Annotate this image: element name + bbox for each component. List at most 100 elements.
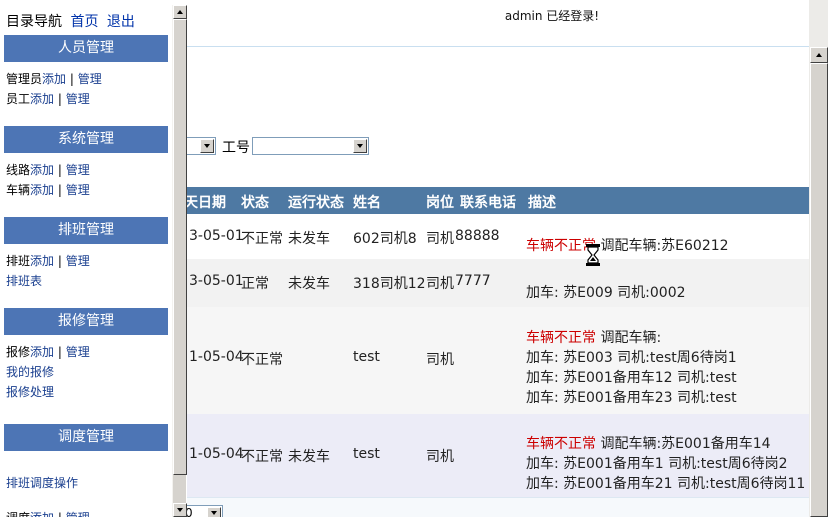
cell-phone: 7777	[455, 273, 491, 289]
cell-name: 318司机12	[353, 276, 426, 292]
dispatch-add-link[interactable]: 添加	[30, 511, 54, 517]
admin-manage-link[interactable]: 管理	[78, 72, 102, 86]
left-frame-scrollbar[interactable]	[172, 5, 187, 517]
scroll-up-icon[interactable]	[810, 47, 828, 63]
col-name: 姓名	[353, 195, 381, 211]
cell-name: test	[353, 446, 380, 462]
route-add-link[interactable]: 添加	[30, 163, 54, 177]
repair-manage-link[interactable]: 管理	[66, 345, 90, 359]
nav-prefix: 线路	[6, 163, 31, 177]
desc-line: 加车: 苏E001备用车1 司机:test周6待岗2	[526, 454, 805, 474]
scrollbar-thumb[interactable]	[810, 63, 828, 517]
scroll-down-icon[interactable]	[173, 503, 187, 517]
admin-add-link[interactable]: 添加	[42, 72, 66, 86]
cell-status: 不正常	[241, 231, 283, 247]
nav-line-my-repair: 我的报修	[6, 363, 54, 380]
nav-prefix: 管理员	[6, 72, 43, 86]
section-header-repair[interactable]: 报修管理	[4, 308, 168, 335]
dropdown-arrow-icon[interactable]	[207, 507, 221, 517]
cell-date: 3-05-01	[189, 228, 244, 244]
section-header-schedule[interactable]: 排班管理	[4, 217, 168, 244]
schedule-table-link[interactable]: 排班表	[6, 274, 42, 288]
cell-status: 不正常	[241, 449, 283, 465]
cell-position: 司机	[426, 352, 454, 368]
nav-sep: |	[54, 345, 66, 359]
desc-text: 调配车辆:苏E001备用车14	[596, 436, 771, 452]
desc-text: 加车: 苏E001备用车12 司机:test	[526, 370, 737, 386]
route-manage-link[interactable]: 管理	[66, 163, 90, 177]
schedule-manage-link[interactable]: 管理	[66, 254, 90, 268]
scroll-up-icon[interactable]	[173, 5, 187, 19]
left-navigation-frame: 目录导航 首页 退出 人员管理 管理员添加 | 管理 员工添加 | 管理 系统管…	[0, 0, 172, 517]
table-row: 1-05-04 不正常 未发车 test 司机 车辆不正常 调配车辆:苏E001…	[187, 414, 809, 497]
nav-directory-label: 目录导航	[6, 14, 62, 30]
nav-line-repair: 报修添加 | 管理	[6, 343, 90, 360]
nav-line-route: 线路添加 | 管理	[6, 161, 90, 178]
filter-select[interactable]	[187, 137, 216, 155]
col-position: 岗位	[426, 195, 454, 211]
nav-sep: |	[54, 163, 66, 177]
nav-prefix: 报修	[6, 345, 31, 359]
repair-handle-link[interactable]: 报修处理	[6, 385, 54, 399]
cell-name: 602司机8	[353, 231, 417, 247]
cell-position: 司机	[426, 276, 454, 292]
nav-prefix: 排班	[6, 254, 31, 268]
cell-run-status: 未发车	[288, 276, 330, 292]
nav-sep: |	[54, 92, 66, 106]
employee-id-select[interactable]	[252, 137, 369, 155]
col-status: 状态	[241, 195, 269, 211]
desc-text: 加车: 苏E001备用车23 司机:test	[526, 390, 737, 406]
table-row: 3-05-01 正常 未发车 318司机12 司机 7777 加车: 苏E009…	[187, 259, 809, 307]
cell-run-status: 未发车	[288, 449, 330, 465]
cell-date: 3-05-01	[189, 273, 244, 289]
dropdown-arrow-icon[interactable]	[200, 139, 214, 153]
nav-line-vehicle: 车辆添加 | 管理	[6, 181, 90, 198]
desc-text: 加车: 苏E001备用车21 司机:test周6待岗11	[526, 476, 806, 492]
content-frame: admin 已经登录! 工号 天日期 状态 运行状态 姓名 岗位 联系电话 描述…	[187, 0, 809, 517]
desc-text: 调配车辆:苏E60212	[596, 238, 729, 254]
nav-line-employee: 员工添加 | 管理	[6, 90, 90, 107]
desc-line: 加车: 苏E001备用车21 司机:test周6待岗11	[526, 474, 805, 494]
dropdown-arrow-icon[interactable]	[353, 139, 367, 153]
table-header: 天日期 状态 运行状态 姓名 岗位 联系电话 描述	[187, 187, 809, 214]
cell-position: 司机	[426, 449, 454, 465]
pager-select[interactable]: 0	[187, 505, 223, 517]
desc-line: 加车: 苏E003 司机:test周6待岗1	[526, 348, 737, 368]
my-repair-link[interactable]: 我的报修	[6, 365, 54, 379]
vehicle-add-link[interactable]: 添加	[30, 183, 54, 197]
desc-alert: 车辆不正常	[526, 330, 596, 346]
nav-sep: |	[54, 511, 66, 517]
vehicle-manage-link[interactable]: 管理	[66, 183, 90, 197]
desc-line: 车辆不正常 调配车辆:苏E001备用车14	[526, 434, 805, 454]
nav-line-dispatch-op: 排班调度操作	[6, 474, 78, 491]
employee-manage-link[interactable]: 管理	[66, 92, 90, 106]
section-header-personnel[interactable]: 人员管理	[4, 35, 168, 62]
desc-alert: 车辆不正常	[526, 436, 596, 452]
logout-link[interactable]: 退出	[107, 14, 135, 30]
dispatch-operation-link[interactable]: 排班调度操作	[6, 476, 78, 490]
cell-status: 不正常	[241, 352, 283, 368]
employee-add-link[interactable]: 添加	[30, 92, 54, 106]
schedule-add-link[interactable]: 添加	[30, 254, 54, 268]
section-header-system[interactable]: 系统管理	[4, 126, 168, 153]
desc-line: 加车: 苏E001备用车12 司机:test	[526, 368, 737, 388]
nav-sep: |	[66, 72, 78, 86]
dispatch-manage-link[interactable]: 管理	[66, 511, 90, 517]
cell-date: 1-05-04	[189, 446, 244, 462]
section-header-dispatch[interactable]: 调度管理	[4, 424, 168, 451]
cell-description: 车辆不正常 调配车辆:苏E001备用车14 加车: 苏E001备用车1 司机:t…	[526, 434, 805, 494]
cell-status: 正常	[241, 276, 269, 292]
scrollbar-thumb[interactable]	[173, 19, 187, 475]
cell-description: 车辆不正常 调配车辆:苏E60212	[526, 236, 729, 256]
table-row: 3-05-01 不正常 未发车 602司机8 司机 88888 车辆不正常 调配…	[187, 214, 809, 259]
pager-select-value: 0	[187, 506, 193, 517]
nav-line-schedule: 排班添加 | 管理	[6, 252, 90, 269]
desc-line: 车辆不正常 调配车辆:	[526, 328, 737, 348]
content-frame-scrollbar[interactable]	[809, 0, 828, 517]
cell-phone: 88888	[455, 228, 500, 244]
repair-add-link[interactable]: 添加	[30, 345, 54, 359]
nav-prefix: 员工	[6, 92, 31, 106]
cell-description: 车辆不正常 调配车辆: 加车: 苏E003 司机:test周6待岗1 加车: 苏…	[526, 328, 737, 408]
home-link[interactable]: 首页	[70, 14, 98, 30]
desc-text: 加车: 苏E003 司机:test周6待岗1	[526, 350, 737, 366]
